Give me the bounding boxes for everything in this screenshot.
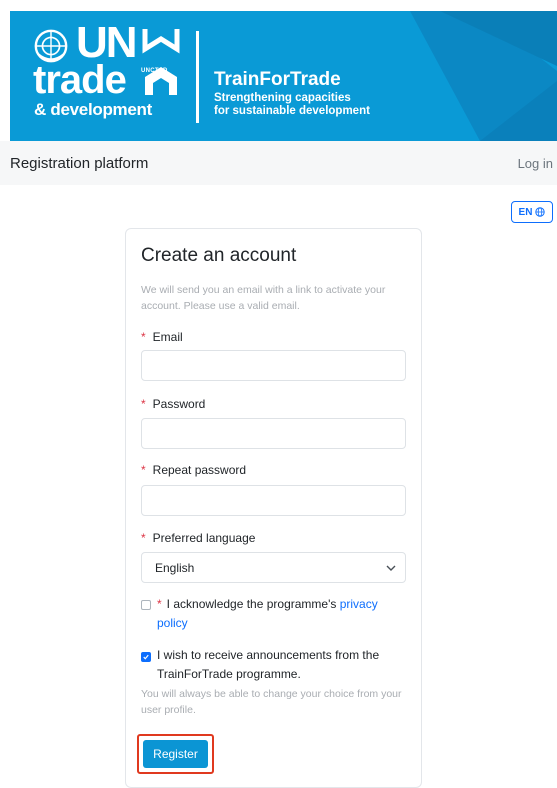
globe-icon xyxy=(535,207,546,217)
required-marker: * xyxy=(141,330,146,344)
required-marker: * xyxy=(141,463,146,477)
privacy-text: * I acknowledge the programme's privacy p… xyxy=(157,595,409,633)
checkmark-icon xyxy=(143,654,149,660)
password-label: * Password xyxy=(141,397,205,411)
preferred-language-label-text: Preferred language xyxy=(152,531,256,545)
repeat-password-field[interactable] xyxy=(141,485,406,516)
required-marker: * xyxy=(141,397,146,411)
page-title: Create an account xyxy=(141,245,297,266)
privacy-text-body: I acknowledge the programme's xyxy=(166,597,340,611)
language-code: EN xyxy=(518,206,533,218)
repeat-password-label: * Repeat password xyxy=(141,463,246,477)
program-title: TrainForTrade xyxy=(214,69,341,90)
announcements-text: I wish to receive announcements from the… xyxy=(157,648,380,681)
banner-divider xyxy=(196,31,199,123)
unctad-text: UNCTAD xyxy=(141,68,168,74)
register-button[interactable]: Register xyxy=(143,740,208,768)
navbar-brand[interactable]: Registration platform xyxy=(10,155,148,172)
email-label-text: Email xyxy=(152,330,183,344)
repeat-password-label-text: Repeat password xyxy=(152,463,247,477)
email-label: * Email xyxy=(141,330,183,344)
program-subtitle-line1: Strengthening capacities xyxy=(214,92,351,104)
login-link[interactable]: Log in xyxy=(518,156,553,171)
register-highlight: Register xyxy=(137,734,214,774)
email-activation-note: We will send you an email with a link to… xyxy=(141,284,386,312)
unctad-logo-icon xyxy=(142,29,180,95)
chevron-down-icon xyxy=(386,565,396,571)
trade-logo-text: trade xyxy=(33,58,127,102)
language-switch-button[interactable]: EN xyxy=(511,201,553,223)
top-navbar: Registration platform Log in xyxy=(0,141,557,185)
required-marker: * xyxy=(157,597,162,611)
program-subtitle-line2: for sustainable development xyxy=(214,105,370,117)
program-subtitle: Strengthening capacities for sustainable… xyxy=(214,92,424,118)
email-field[interactable] xyxy=(141,350,406,381)
preferred-language-label: * Preferred language xyxy=(141,531,255,545)
password-label-text: Password xyxy=(152,397,206,411)
preference-hint: You will always be able to change your c… xyxy=(141,688,402,716)
header-banner: UN trade & development UNCTAD TrainForTr… xyxy=(10,11,557,141)
required-marker: * xyxy=(141,531,146,545)
announcements-checkbox[interactable] xyxy=(141,652,151,662)
privacy-checkbox[interactable] xyxy=(141,600,151,610)
password-field[interactable] xyxy=(141,418,406,449)
development-logo-text: & development xyxy=(34,100,152,119)
preferred-language-select[interactable]: English xyxy=(141,552,406,583)
preferred-language-value: English xyxy=(155,561,195,575)
